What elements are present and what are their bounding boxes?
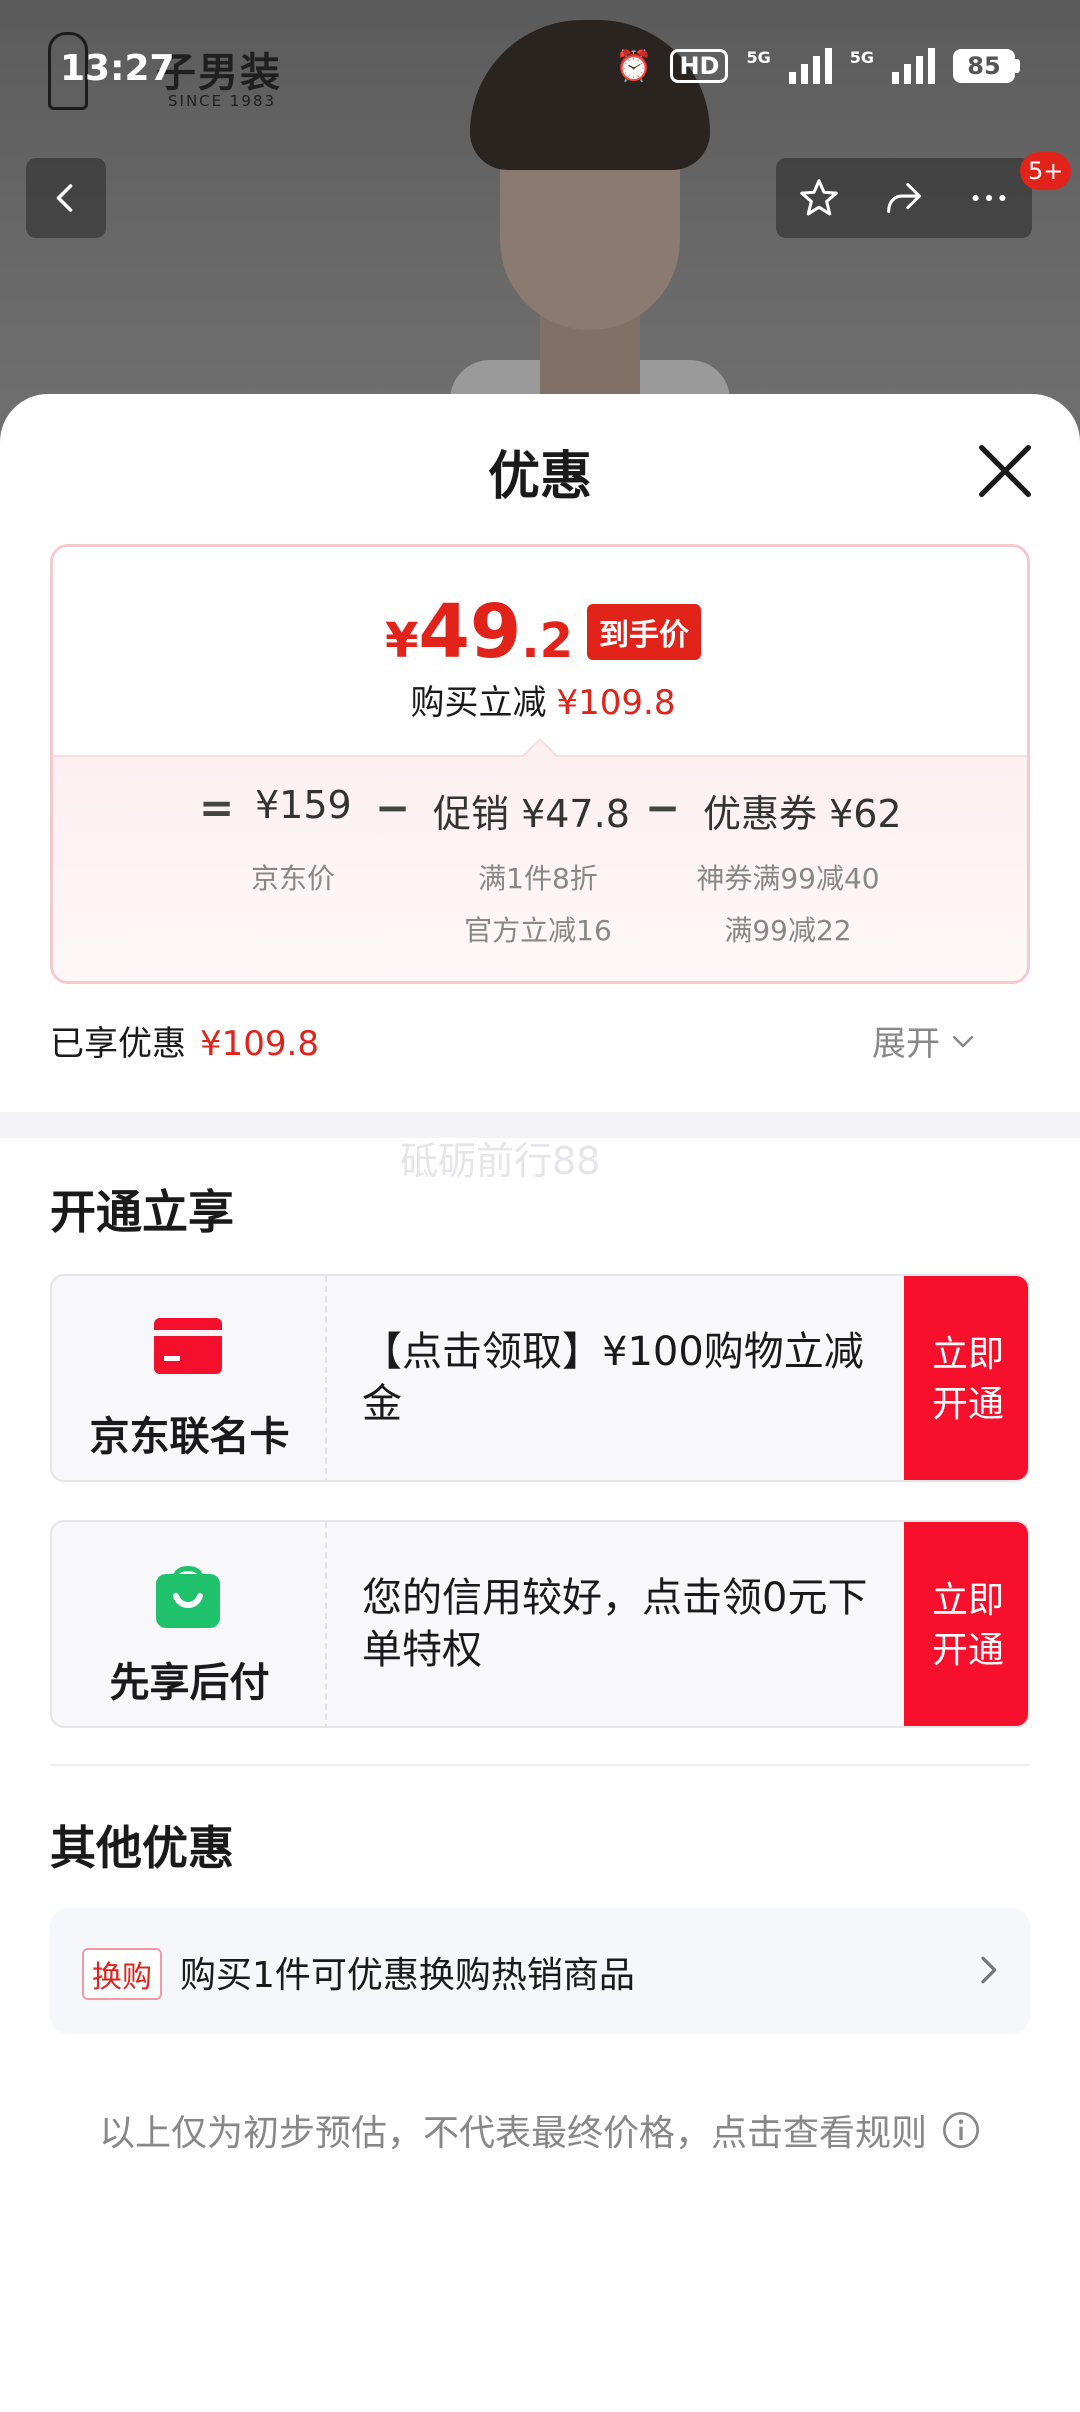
back-button[interactable]: [26, 158, 106, 238]
alarm-icon: ⏰: [615, 48, 653, 84]
signal-label-2: 5G: [849, 48, 874, 67]
jd-price-label: 京东价: [250, 862, 335, 895]
chevron-left-icon: [56, 184, 73, 212]
share-button[interactable]: [869, 163, 939, 233]
reduce-line: 购买立减 ¥109.8: [53, 675, 1027, 724]
more-icon: [972, 194, 1006, 202]
status-time: 13:27: [60, 48, 175, 89]
battery-icon: 85: [953, 49, 1020, 83]
enjoyed-label: 已享优惠: [50, 1024, 186, 1064]
open-now-button[interactable]: 立即开通: [904, 1276, 1028, 1480]
sheet-title: 优惠: [487, 447, 592, 507]
coupon-detail-2: 满99减22: [724, 914, 852, 947]
swap-offer-row[interactable]: 换购 购买1件可优惠换购热销商品: [50, 1908, 1030, 2034]
final-price: ¥ 49 .2 到手价: [53, 589, 1027, 675]
card-icon: [154, 1318, 222, 1374]
chevron-down-icon: [953, 1035, 973, 1047]
open-section-title: 开通立享: [50, 1185, 234, 1239]
shopping-bag-icon: [156, 1566, 220, 1628]
close-button[interactable]: [970, 436, 1040, 506]
swap-text: 购买1件可优惠换购热销商品: [180, 1955, 635, 1996]
offer-card-cobrand[interactable]: 京东联名卡 【点击领取】¥100购物立减金 立即开通: [50, 1274, 1030, 1482]
coupon-detail-1: 神券满99减40: [696, 862, 880, 895]
close-icon: [979, 445, 1031, 497]
offer-label: 京东联名卡: [89, 1414, 290, 1460]
coupon-amount: 优惠券 ¥62: [703, 792, 902, 836]
offer-desc: 您的信用较好，点击领0元下单特权: [362, 1575, 868, 1673]
enjoyed-discount: 已享优惠 ¥109.8: [50, 1016, 319, 1065]
favorite-button[interactable]: [784, 163, 854, 233]
hd-badge: HD: [670, 49, 729, 83]
discount-sheet: 优惠 ¥ 49 .2 到手价 购买立减 ¥109.8 = ¥159 − 促销 ¥…: [0, 394, 1080, 2412]
offer-label: 先享后付: [109, 1660, 270, 1706]
chevron-right-icon: [981, 1956, 997, 1984]
jd-price: ¥159: [255, 783, 352, 827]
price-summary-card: ¥ 49 .2 到手价 购买立减 ¥109.8 = ¥159 − 促销 ¥47.8…: [50, 544, 1030, 984]
open-now-button[interactable]: 立即开通: [904, 1522, 1028, 1726]
disclaimer-text: 以上仅为初步预估，不代表最终价格，点击查看规则: [98, 2113, 927, 2154]
battery-level: 85: [953, 49, 1015, 83]
info-icon[interactable]: [941, 2110, 981, 2150]
price-breakdown: = ¥159 − 促销 ¥47.8 − 优惠券 ¥62 京东价 满1件8折 官方…: [53, 755, 1027, 981]
more-button[interactable]: [954, 163, 1024, 233]
reduce-amount: ¥109.8: [556, 683, 676, 723]
promo-amount: 促销 ¥47.8: [433, 792, 630, 836]
final-price-tag: 到手价: [587, 604, 702, 660]
divider-line: [50, 1764, 1030, 1766]
promo-detail-2: 官方立减16: [464, 914, 612, 947]
other-section-title: 其他优惠: [50, 1821, 234, 1875]
minus-sign-2: −: [645, 783, 681, 832]
equals-sign: =: [199, 783, 235, 832]
signal-label: 5G: [746, 48, 771, 67]
status-bar: 13:27 ⏰ HD 5G 5G 85: [0, 0, 1080, 140]
offer-desc: 【点击领取】¥100购物立减金: [362, 1329, 864, 1427]
disclaimer[interactable]: 以上仅为初步预估，不代表最终价格，点击查看规则: [0, 2104, 1080, 2156]
expand-button[interactable]: 展开: [872, 1016, 978, 1065]
enjoyed-amount: ¥109.8: [200, 1024, 319, 1064]
expand-label: 展开: [872, 1024, 940, 1064]
share-icon: [887, 183, 921, 213]
minus-sign-1: −: [375, 783, 411, 832]
signal-icon-2: [892, 48, 935, 84]
message-badge[interactable]: 5+: [1020, 152, 1072, 190]
reduce-label: 购买立减: [410, 683, 547, 723]
watermark: 砥砺前行88: [400, 1139, 601, 1183]
swap-tag: 换购: [82, 1948, 162, 2000]
nav-actions: [776, 158, 1032, 238]
final-price-currency: ¥: [384, 613, 419, 669]
signal-icon: [788, 48, 832, 84]
final-price-decimal: .2: [521, 613, 574, 669]
promo-detail-1: 满1件8折: [478, 862, 598, 895]
star-icon: [799, 179, 838, 216]
offer-card-pay-later[interactable]: 先享后付 您的信用较好，点击领0元下单特权 立即开通: [50, 1520, 1030, 1728]
final-price-integer: 49: [418, 589, 522, 675]
